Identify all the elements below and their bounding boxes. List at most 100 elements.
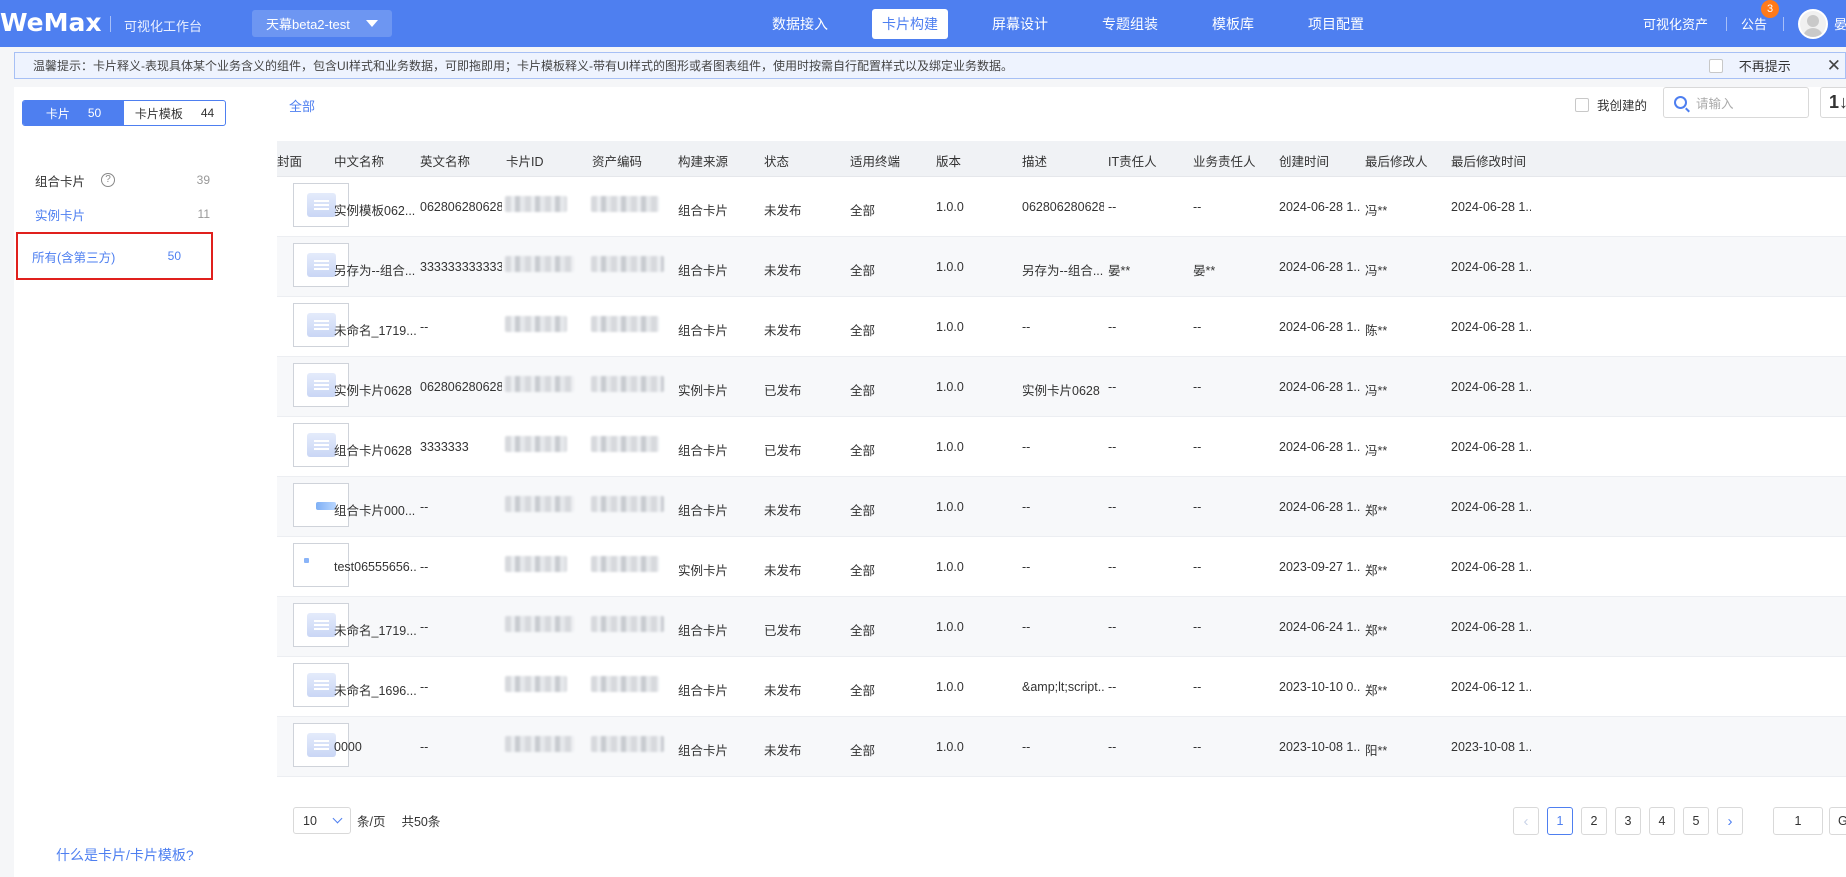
- nav-item-0[interactable]: 数据接入: [762, 9, 838, 39]
- cell-modifier: 冯**: [1365, 444, 1388, 458]
- table-row[interactable]: 8未命名_1719...--组合卡片已发布全部1.0.0------2024-0…: [277, 597, 1846, 657]
- cell-biz: --: [1193, 380, 1202, 394]
- avatar[interactable]: [1798, 8, 1828, 39]
- table-row[interactable]: 2另存为--组合...333333333333组合卡片未发布全部1.0.0另存为…: [277, 237, 1846, 297]
- card-id-redacted: [505, 196, 567, 212]
- column-header: 版本: [936, 155, 962, 169]
- cell-modified: 2024-06-12 1...: [1451, 680, 1531, 694]
- cell-ver: 1.0.0: [936, 320, 964, 334]
- sort-button[interactable]: 1↓: [1820, 87, 1846, 118]
- logo-divider: [110, 16, 111, 32]
- cell-modifier: 郑**: [1365, 624, 1388, 638]
- cell-desc: 062806280628: [1022, 200, 1104, 214]
- no-show-checkbox[interactable]: [1708, 58, 1723, 73]
- project-select[interactable]: 天幕beta2-test: [252, 10, 392, 37]
- page-4[interactable]: 4: [1649, 807, 1675, 835]
- page-size-value: 10: [303, 813, 317, 828]
- logo[interactable]: WeMax: [0, 8, 102, 37]
- cell-it: --: [1108, 740, 1117, 754]
- goto-page-input[interactable]: 1: [1773, 807, 1823, 835]
- sidebar-item-all[interactable]: 所有(含第三方) 50: [16, 232, 213, 280]
- cell-it: --: [1108, 680, 1117, 694]
- main-nav: 数据接入 卡片构建 屏幕设计 专题组装 模板库 项目配置: [762, 0, 1408, 47]
- cell-biz: --: [1193, 680, 1202, 694]
- tab-templates-count: 44: [200, 106, 215, 120]
- nav-item-5[interactable]: 项目配置: [1298, 9, 1374, 39]
- cell-cn: 组合卡片000...: [334, 504, 416, 518]
- search-input[interactable]: 请输入: [1663, 87, 1809, 118]
- table-row[interactable]: 1实例模板062...062806280628组合卡片未发布全部1.0.0062…: [277, 177, 1846, 237]
- nav-item-3[interactable]: 专题组装: [1092, 9, 1168, 39]
- table-body: 1实例模板062...062806280628组合卡片未发布全部1.0.0062…: [277, 177, 1846, 777]
- sidebar-item-instance[interactable]: 实例卡片 11: [14, 194, 235, 234]
- cell-en: --: [420, 560, 429, 574]
- cell-biz: --: [1193, 440, 1202, 454]
- table-row[interactable]: 9未命名_1696...--组合卡片未发布全部1.0.0&amp;lt;scri…: [277, 657, 1846, 717]
- breadcrumb[interactable]: 全部: [289, 96, 315, 115]
- prev-page-icon[interactable]: ‹: [1513, 807, 1539, 835]
- no-show-label: 不再提示: [1738, 59, 1791, 74]
- cell-created: 2024-06-28 1...: [1279, 500, 1361, 514]
- sidebar-item-label: 组合卡片: [35, 174, 86, 189]
- page-5[interactable]: 5: [1683, 807, 1709, 835]
- cell-term: 全部: [850, 624, 876, 638]
- nav-item-1[interactable]: 卡片构建: [872, 8, 948, 39]
- page-size-select[interactable]: 10: [293, 807, 351, 834]
- cell-src: 组合卡片: [678, 624, 729, 638]
- cell-status: 未发布: [764, 504, 802, 518]
- cell-biz: --: [1193, 200, 1202, 214]
- tab-cards[interactable]: 卡片 50: [23, 101, 124, 125]
- tab-card-templates[interactable]: 卡片模板 44: [124, 101, 225, 125]
- cell-desc: 实例卡片0628: [1022, 384, 1100, 398]
- cell-created: 2023-09-27 1...: [1279, 560, 1361, 574]
- nav-item-2[interactable]: 屏幕设计: [982, 9, 1058, 39]
- created-by-me-checkbox[interactable]: [1575, 97, 1589, 112]
- column-header: 业务责任人: [1193, 155, 1256, 169]
- next-page-icon[interactable]: ›: [1717, 807, 1743, 835]
- cell-cn: 组合卡片0628: [334, 444, 412, 458]
- cell-status: 未发布: [764, 684, 802, 698]
- cell-src: 组合卡片: [678, 684, 729, 698]
- table-row[interactable]: 4实例卡片0628062806280628实例卡片已发布全部1.0.0实例卡片0…: [277, 357, 1846, 417]
- nav-item-4[interactable]: 模板库: [1202, 9, 1264, 39]
- cell-desc: --: [1022, 560, 1031, 574]
- cell-en: 3333333: [420, 440, 469, 454]
- cell-ver: 1.0.0: [936, 740, 964, 754]
- cell-modifier: 陈**: [1365, 324, 1388, 338]
- table-row[interactable]: 5组合卡片06283333333组合卡片已发布全部1.0.0------2024…: [277, 417, 1846, 477]
- cell-it: --: [1108, 560, 1117, 574]
- cell-modifier: 阳**: [1365, 744, 1388, 758]
- column-header: 中文名称: [334, 155, 385, 169]
- table-row[interactable]: 6组合卡片000...--组合卡片未发布全部1.0.0------2024-06…: [277, 477, 1846, 537]
- card-id-redacted: [505, 736, 574, 752]
- cell-modified: 2024-06-28 1...: [1451, 200, 1531, 214]
- created-by-me-filter[interactable]: 我创建的: [1575, 95, 1647, 114]
- visual-assets-link[interactable]: 可视化资产: [1643, 14, 1708, 33]
- cell-status: 已发布: [764, 624, 802, 638]
- asset-code-redacted: [591, 256, 664, 272]
- asset-code-redacted: [591, 496, 664, 512]
- notice-button[interactable]: 公告 3: [1741, 0, 1779, 33]
- column-header: 资产编码: [592, 155, 643, 169]
- column-header: 封面: [277, 155, 303, 169]
- cell-cn: 未命名_1719...: [334, 624, 416, 638]
- go-button[interactable]: GO: [1829, 807, 1846, 835]
- card-table: 封面 中文名称 英文名称 卡片ID 资产编码 构建来源 状态 适用终端 版本 描述 IT责任人 业务责…: [277, 141, 1846, 777]
- cell-modifier: 郑**: [1365, 684, 1388, 698]
- column-header: 构建来源: [678, 155, 729, 169]
- notice-count-badge: 3: [1761, 0, 1779, 18]
- cell-desc: --: [1022, 740, 1031, 754]
- help-link[interactable]: 什么是卡片/卡片模板?: [56, 845, 194, 865]
- page-3[interactable]: 3: [1615, 807, 1641, 835]
- table-row[interactable]: 100000--组合卡片未发布全部1.0.0------2023-10-08 1…: [277, 717, 1846, 777]
- table-row[interactable]: 3未命名_1719...--组合卡片未发布全部1.0.0------2024-0…: [277, 297, 1846, 357]
- username[interactable]: 晏**: [1834, 14, 1846, 33]
- cell-ver: 1.0.0: [936, 380, 964, 394]
- cell-modifier: 郑**: [1365, 564, 1388, 578]
- close-icon[interactable]: ✕: [1827, 56, 1841, 76]
- help-icon[interactable]: ?: [101, 173, 116, 187]
- cell-term: 全部: [850, 504, 876, 518]
- page-1[interactable]: 1: [1547, 807, 1573, 835]
- table-row[interactable]: 7test06555656...--实例卡片未发布全部1.0.0------20…: [277, 537, 1846, 597]
- page-2[interactable]: 2: [1581, 807, 1607, 835]
